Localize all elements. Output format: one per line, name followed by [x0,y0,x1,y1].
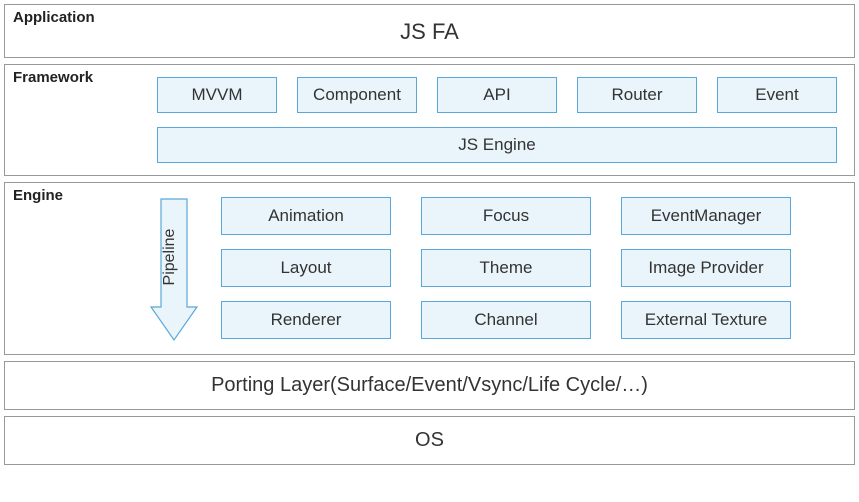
engine-box-eventmanager: EventManager [621,197,791,235]
os-layer: OS [4,416,855,465]
engine-box-focus: Focus [421,197,591,235]
engine-box-theme: Theme [421,249,591,287]
engine-box-animation: Animation [221,197,391,235]
framework-layer: Framework MVVM Component API Router Even… [4,64,855,176]
application-layer: Application JS FA [4,4,855,58]
engine-box-channel: Channel [421,301,591,339]
porting-layer: Porting Layer(Surface/Event/Vsync/Life C… [4,361,855,410]
engine-box-layout: Layout [221,249,391,287]
engine-box-externaltexture: External Texture [621,301,791,339]
pipeline-arrow: Pipeline [147,197,201,342]
engine-box-imageprovider: Image Provider [621,249,791,287]
engine-box-renderer: Renderer [221,301,391,339]
pipeline-arrow-icon: Pipeline [149,197,199,342]
engine-layer: Engine Pipeline Animation Focus EventMan… [4,182,855,355]
framework-box-mvvm: MVVM [157,77,277,113]
engine-row-2: Layout Theme Image Provider [221,249,842,287]
framework-box-event: Event [717,77,837,113]
framework-box-component: Component [297,77,417,113]
pipeline-label: Pipeline [161,228,178,285]
engine-label: Engine [13,187,63,204]
framework-items-row: MVVM Component API Router Event [157,77,842,113]
framework-js-engine: JS Engine [157,127,837,163]
framework-label: Framework [13,69,93,86]
framework-box-router: Router [577,77,697,113]
application-title: JS FA [17,13,842,49]
framework-box-api: API [437,77,557,113]
engine-row-3: Renderer Channel External Texture [221,301,842,339]
engine-row-1: Animation Focus EventManager [221,197,842,235]
application-label: Application [13,9,95,26]
